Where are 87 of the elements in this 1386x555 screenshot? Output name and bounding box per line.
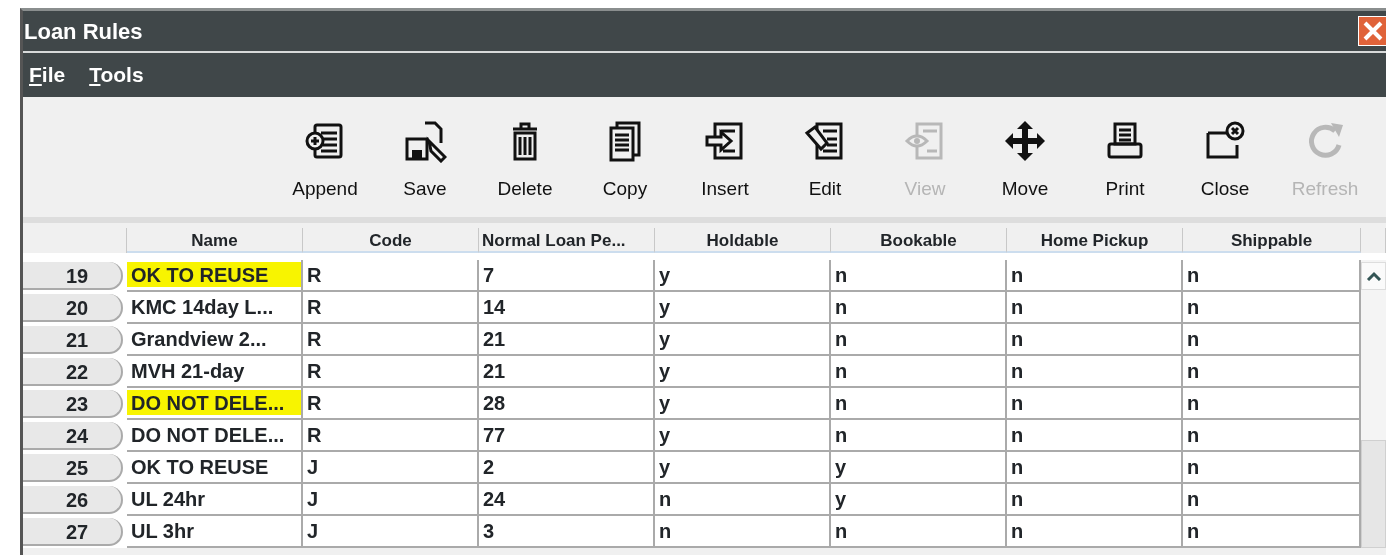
table-cell: n [831, 324, 1007, 356]
scrollbar[interactable] [1361, 260, 1386, 548]
table-cell: Grandview 2... [127, 324, 303, 356]
row-header-button[interactable]: 19 [23, 262, 123, 290]
table-cell: n [1007, 388, 1183, 420]
table-cell: J [303, 516, 479, 548]
toolbar-button[interactable]: Print [1075, 97, 1175, 217]
toolbar-button[interactable]: Delete [475, 97, 575, 217]
close-icon [1361, 20, 1384, 42]
table-cell: R [303, 260, 479, 292]
table-cell: 14 [479, 292, 655, 324]
table-cell: n [831, 260, 1007, 292]
table-cell: n [831, 356, 1007, 388]
row-header-button[interactable]: 25 [23, 454, 123, 482]
table-cell: n [831, 420, 1007, 452]
table-cell: 7 [479, 260, 655, 292]
toolbar-button[interactable]: Insert [675, 97, 775, 217]
table-cell: 28 [479, 388, 655, 420]
table-cell: R [303, 356, 479, 388]
table-cell: n [1007, 260, 1183, 292]
toolbar-button[interactable]: Edit [775, 97, 875, 217]
table-cell: n [655, 484, 831, 516]
row-header-button[interactable]: 23 [23, 390, 123, 418]
column-header[interactable]: Normal Loan Pe... [479, 228, 655, 253]
column-header[interactable]: Shippable [1183, 228, 1361, 253]
column-header[interactable]: Holdable [655, 228, 831, 253]
table-cell: 3 [479, 516, 655, 548]
table-cell: y [655, 420, 831, 452]
table-cell: n [831, 292, 1007, 324]
table-cell: n [831, 516, 1007, 548]
toolbar-button[interactable]: Save [375, 97, 475, 217]
table-cell: DO NOT DELE... [127, 388, 303, 420]
table-cell: J [303, 452, 479, 484]
table-cell: n [1007, 452, 1183, 484]
table-cell: y [655, 292, 831, 324]
table-cell: y [655, 388, 831, 420]
row-header-button[interactable]: 20 [23, 294, 123, 322]
table-cell: n [1007, 292, 1183, 324]
table-cell: y [655, 356, 831, 388]
table-cell: 21 [479, 324, 655, 356]
row-header-button[interactable]: 26 [23, 486, 123, 514]
table-cell: MVH 21-day [127, 356, 303, 388]
table-cell: 21 [479, 356, 655, 388]
column-header[interactable]: Home Pickup [1007, 228, 1183, 253]
table-cell: y [831, 484, 1007, 516]
table-cell: n [1007, 484, 1183, 516]
row-header-button[interactable]: 24 [23, 422, 123, 450]
table-cell: 2 [479, 452, 655, 484]
column-header[interactable]: Code [303, 228, 479, 253]
column-header[interactable]: Name [127, 228, 303, 253]
toolbar-button[interactable]: Move [975, 97, 1075, 217]
table-cell: n [831, 388, 1007, 420]
close-button[interactable] [1358, 16, 1386, 46]
table-cell: n [1007, 356, 1183, 388]
table-cell: DO NOT DELE... [127, 420, 303, 452]
table-cell: n [1007, 420, 1183, 452]
toolbar-button[interactable]: Close [1175, 97, 1275, 217]
table-cell: KMC 14day L... [127, 292, 303, 324]
table-cell: y [655, 452, 831, 484]
move-arrows-icon [1003, 119, 1047, 163]
table-cell: R [303, 420, 479, 452]
table-cell: OK TO REUSE [127, 452, 303, 484]
row-header-button[interactable]: 22 [23, 358, 123, 386]
menu-item[interactable]: Tools [89, 59, 144, 91]
toolbar-button[interactable]: Append [275, 97, 375, 217]
table-cell: 24 [479, 484, 655, 516]
table-cell: y [655, 260, 831, 292]
table-cell: R [303, 324, 479, 356]
row-header-button[interactable]: 21 [23, 326, 123, 354]
table-cell: UL 24hr [127, 484, 303, 516]
table-cell: n [655, 516, 831, 548]
window-title: Loan Rules [23, 17, 143, 46]
table-cell: n [1007, 324, 1183, 356]
menu-item[interactable]: File [29, 59, 66, 91]
table-cell: y [655, 324, 831, 356]
table-cell: R [303, 388, 479, 420]
table-cell: n [1007, 516, 1183, 548]
row-header-button[interactable]: 27 [23, 518, 123, 546]
table-cell: OK TO REUSE [127, 260, 303, 292]
toolbar-button[interactable]: Copy [575, 97, 675, 217]
table-cell: y [831, 452, 1007, 484]
floppy-disk-icon [403, 119, 447, 163]
table-cell: R [303, 292, 479, 324]
column-header[interactable]: Bookable [831, 228, 1007, 253]
table-cell: J [303, 484, 479, 516]
table-cell: UL 3hr [127, 516, 303, 548]
table-cell: 77 [479, 420, 655, 452]
